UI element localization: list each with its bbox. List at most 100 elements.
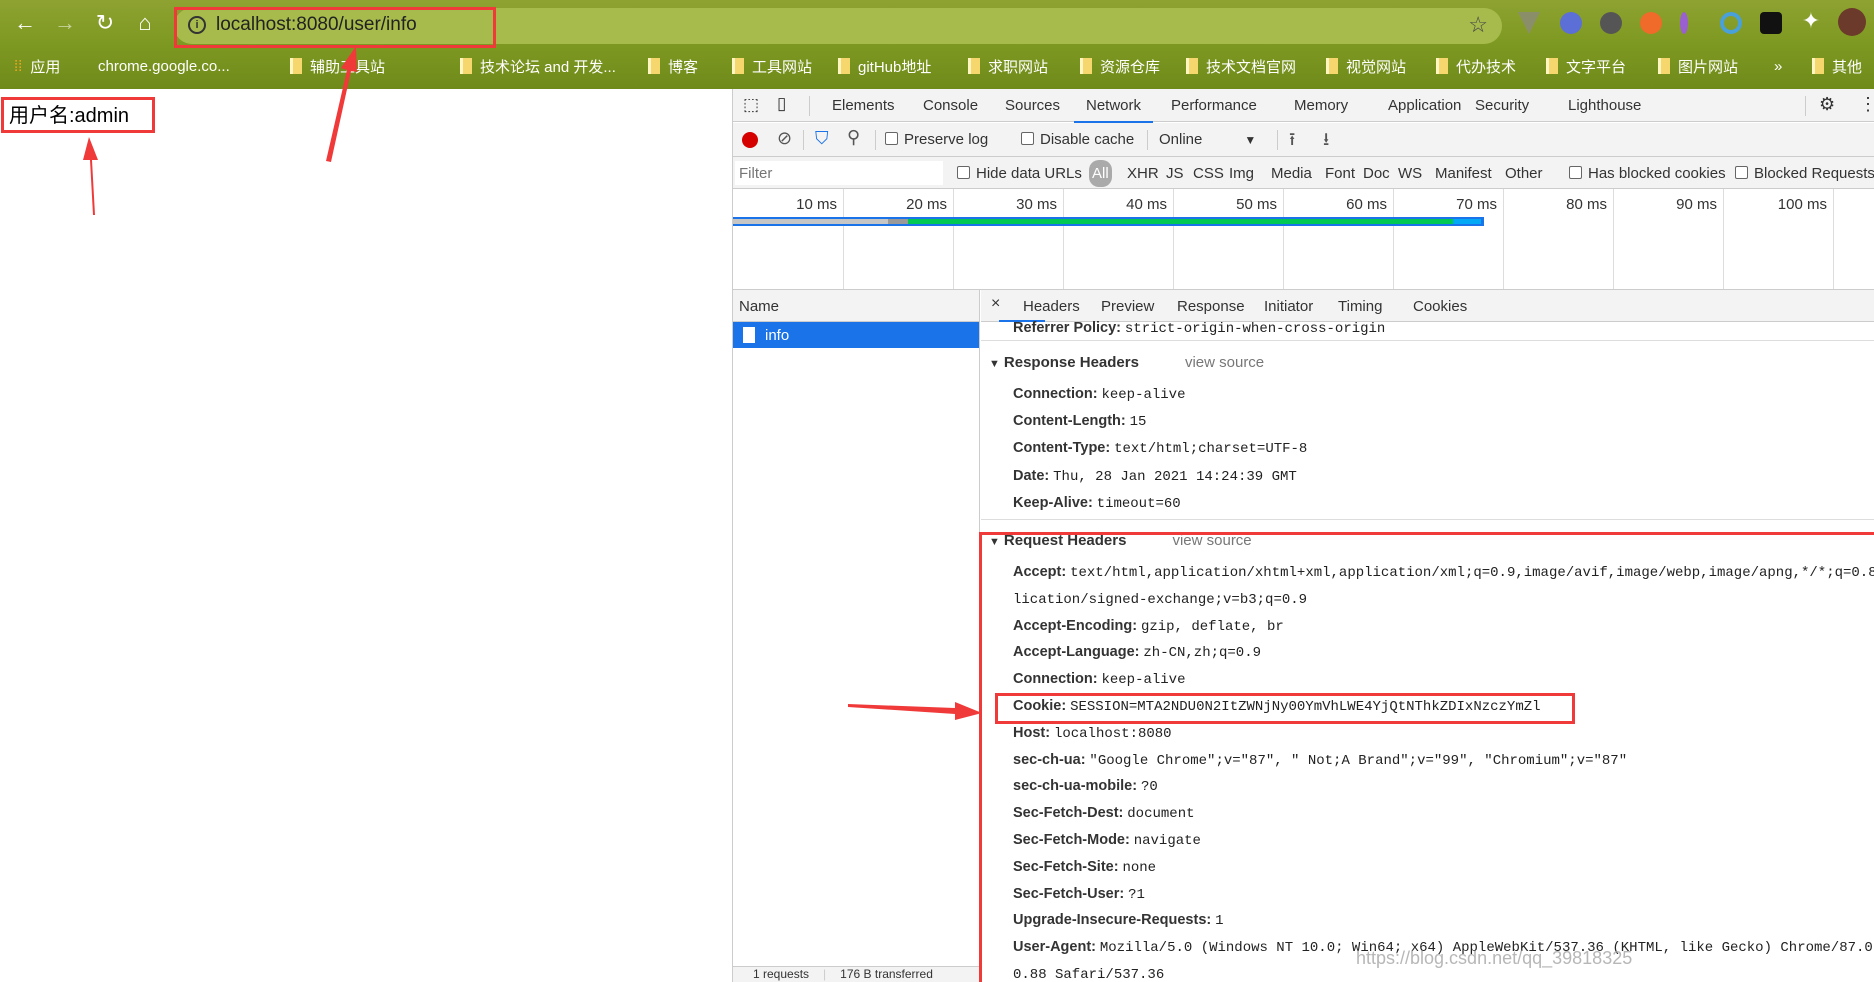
detail-tab-headers[interactable]: Headers: [1023, 298, 1080, 315]
inspect-element-icon[interactable]: ⬚: [743, 95, 759, 115]
more-options-icon[interactable]: ⋮: [1859, 94, 1874, 115]
bookmark-star-icon[interactable]: ☆: [1468, 12, 1488, 38]
bookmark-item[interactable]: 图片网站: [1658, 54, 1738, 78]
has-blocked-cookies-checkbox[interactable]: Has blocked cookies: [1569, 165, 1726, 182]
export-har-icon[interactable]: ⭳: [1323, 127, 1329, 157]
filter-type-xhr[interactable]: XHR: [1127, 165, 1159, 182]
bookmark-item[interactable]: 文字平台: [1546, 54, 1626, 78]
bookmark-item[interactable]: 辅助工具站: [290, 54, 385, 78]
timeline-tick-label: 70 ms: [1456, 196, 1497, 213]
import-har-icon[interactable]: ⭱: [1289, 127, 1295, 157]
filter-type-all[interactable]: All: [1089, 160, 1112, 187]
response-headers-section[interactable]: ▼ Response Headers view source: [989, 354, 1264, 373]
preserve-log-label: Preserve log: [904, 131, 989, 148]
timeline-tick-label: 60 ms: [1346, 196, 1387, 213]
bookmark-item[interactable]: 博客: [648, 54, 698, 78]
tab-performance[interactable]: Performance: [1171, 97, 1257, 114]
name-column-header[interactable]: Name: [733, 290, 979, 322]
preserve-log-checkbox[interactable]: Preserve log: [885, 131, 988, 148]
record-icon[interactable]: [742, 132, 758, 148]
bookmark-item[interactable]: 其他: [1812, 54, 1862, 78]
blocked-requests-checkbox[interactable]: Blocked Requests: [1735, 165, 1874, 182]
header-value: timeout=60: [1096, 495, 1181, 512]
header-name: Referrer Policy:: [1013, 320, 1121, 336]
extension-icon[interactable]: [1518, 12, 1540, 34]
extension-icon[interactable]: [1560, 12, 1582, 34]
extension-icon[interactable]: [1680, 12, 1688, 34]
network-timeline-overview[interactable]: 10 ms 20 ms 30 ms 40 ms 50 ms 60 ms 70 ms 80 ms…: [733, 189, 1874, 290]
header-row: Connection: keep-alive: [1013, 384, 1185, 404]
bookmark-label: 求职网站: [988, 58, 1049, 76]
bookmark-item[interactable]: 求职网站: [968, 54, 1048, 78]
tab-console[interactable]: Console: [923, 97, 978, 114]
header-row: Referrer Policy: strict-origin-when-cros…: [1013, 318, 1385, 338]
bookmark-item[interactable]: gitHub地址: [838, 54, 931, 78]
timeline-tick-label: 40 ms: [1126, 196, 1167, 213]
tab-sources[interactable]: Sources: [1005, 97, 1060, 114]
close-icon[interactable]: ×: [991, 295, 1000, 313]
tab-application[interactable]: Application: [1388, 97, 1461, 114]
annotation-box-url: [174, 7, 496, 48]
avatar[interactable]: [1838, 8, 1866, 36]
folder-icon: [290, 58, 302, 74]
puzzle-icon[interactable]: ✦: [1796, 8, 1826, 34]
clear-icon[interactable]: ⊘: [777, 128, 792, 149]
bookmark-item[interactable]: 视觉网站: [1326, 54, 1406, 78]
detail-tab-timing[interactable]: Timing: [1338, 298, 1382, 315]
extension-icon[interactable]: [1720, 12, 1742, 34]
hide-data-urls-checkbox[interactable]: Hide data URLs: [957, 165, 1082, 182]
bookmark-item[interactable]: 技术文档官网: [1186, 54, 1296, 78]
filter-type-media[interactable]: Media: [1271, 165, 1312, 182]
filter-type-manifest[interactable]: Manifest: [1435, 165, 1492, 182]
reload-icon[interactable]: ↻: [90, 10, 120, 36]
search-icon[interactable]: ⚲: [847, 127, 860, 148]
bookmark-item[interactable]: ⁞⁞ 应用: [14, 54, 60, 78]
tab-lighthouse[interactable]: Lighthouse: [1568, 97, 1641, 114]
extension-icon[interactable]: [1600, 12, 1622, 34]
bookmark-item[interactable]: chrome.google.co...: [98, 54, 230, 78]
filter-input[interactable]: [735, 161, 943, 185]
bookmark-label: 技术论坛 and 开发...: [480, 58, 616, 76]
request-row-info[interactable]: info: [733, 322, 979, 348]
device-toolbar-icon[interactable]: ▯: [777, 94, 786, 114]
tab-network[interactable]: Network: [1073, 97, 1154, 123]
filter-type-doc[interactable]: Doc: [1363, 165, 1390, 182]
tab-elements[interactable]: Elements: [832, 97, 895, 114]
home-icon[interactable]: ⌂: [130, 10, 160, 36]
disable-cache-checkbox[interactable]: Disable cache: [1021, 131, 1134, 148]
bookmark-label: 其他: [1832, 58, 1863, 76]
filter-type-ws[interactable]: WS: [1398, 165, 1422, 182]
timeline-gridline: [1063, 189, 1064, 289]
has-blocked-cookies-label: Has blocked cookies: [1588, 165, 1726, 182]
extension-icon[interactable]: [1640, 12, 1662, 34]
hide-data-urls-label: Hide data URLs: [976, 165, 1082, 182]
filter-type-other[interactable]: Other: [1505, 165, 1543, 182]
forward-icon[interactable]: →: [50, 10, 80, 36]
back-icon[interactable]: ←: [10, 10, 40, 36]
bookmark-item[interactable]: 技术论坛 and 开发...: [460, 54, 616, 78]
bookmark-item[interactable]: 工具网站: [732, 54, 812, 78]
filter-icon[interactable]: ⛉: [815, 128, 829, 149]
detail-tab-cookies[interactable]: Cookies: [1413, 298, 1467, 315]
transferred-size: 176 B transferred: [840, 967, 933, 981]
timeline-gridline: [1283, 189, 1284, 289]
filter-type-img[interactable]: Img: [1229, 165, 1254, 182]
bookmark-item[interactable]: »: [1774, 54, 1782, 78]
settings-gear-icon[interactable]: ⚙: [1819, 94, 1835, 115]
filter-type-font[interactable]: Font: [1325, 165, 1355, 182]
detail-tab-initiator[interactable]: Initiator: [1264, 298, 1313, 315]
filter-type-js[interactable]: JS: [1166, 165, 1184, 182]
filter-type-css[interactable]: CSS: [1193, 165, 1224, 182]
detail-tab-response[interactable]: Response: [1177, 298, 1245, 315]
tab-security[interactable]: Security: [1475, 97, 1529, 114]
view-source-link[interactable]: view source: [1185, 354, 1264, 371]
bookmark-label: 文字平台: [1566, 58, 1627, 76]
bookmark-label: 工具网站: [752, 58, 813, 76]
detail-tab-preview[interactable]: Preview: [1101, 298, 1154, 315]
tab-memory[interactable]: Memory: [1294, 97, 1348, 114]
throttle-select[interactable]: Online ▼: [1159, 131, 1256, 148]
extension-icon[interactable]: [1760, 12, 1782, 34]
bookmark-item[interactable]: 资源仓库: [1080, 54, 1160, 78]
bookmark-item[interactable]: 代办技术: [1436, 54, 1516, 78]
devtools-tabs: ⬚ ▯ Elements Console Sources Network Perform…: [733, 89, 1874, 123]
